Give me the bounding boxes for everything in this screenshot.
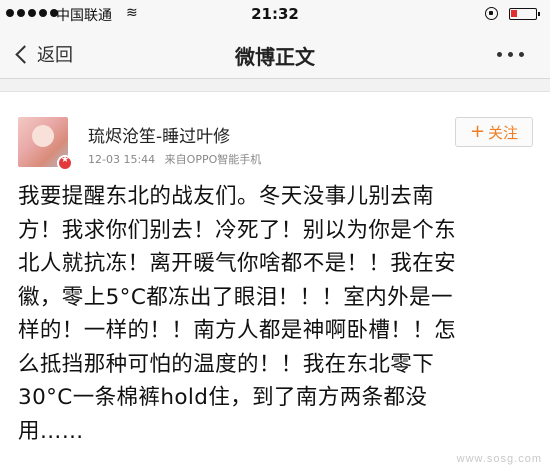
battery-icon — [509, 8, 540, 20]
username[interactable]: 琉烬沧笙-睡过叶修 — [88, 122, 230, 147]
page-title: 微博正文 — [235, 45, 315, 69]
post-text-line: 方！我求你们别去！冷死了！别以为你是个东 — [18, 217, 457, 243]
verified-badge-icon — [57, 155, 73, 171]
post-date: 12-03 15:44 — [88, 153, 156, 166]
post-text-line: 我要提醒东北的战友们。冬天没事儿别去南 — [18, 184, 435, 209]
post-card: 琉烬沧笙-睡过叶修 12-03 15:44 来自OPPO智能手机 + 关注 我要… — [0, 91, 550, 469]
post-text: 我要提醒东北的战友们。冬天没事儿别去南 方！我求你们别去！冷死了！别以为你是个东… — [18, 180, 538, 448]
status-time: 21:32 — [251, 5, 299, 23]
dot-icon — [508, 52, 513, 57]
post-text-line: 北人就抗冻！离开暖气你啥都不是！！我在安 — [18, 251, 457, 276]
post-text-line: 么抵挡那种可怕的温度的！！我在东北零下 — [18, 351, 435, 377]
post-text-line: 用…… — [18, 418, 84, 444]
rotation-lock-icon — [485, 7, 498, 20]
dot-icon — [497, 52, 502, 57]
more-options-button[interactable] — [497, 52, 524, 57]
follow-label: 关注 — [488, 123, 519, 142]
post-meta: 12-03 15:44 来自OPPO智能手机 — [88, 151, 261, 167]
post-text-line: 30°C一条棉裤hold住，到了南方两条都没 — [18, 385, 428, 410]
follow-button[interactable]: + 关注 — [455, 117, 533, 147]
plus-icon: + — [469, 121, 486, 142]
watermark: www.sosg.com — [456, 453, 542, 465]
status-bar: 中国联通 ≋ 21:32 — [0, 0, 550, 30]
post-text-line: 徽，零上5°C都冻出了眼泪！！！室内外是一 — [18, 284, 453, 310]
post-source: 来自OPPO智能手机 — [164, 153, 262, 166]
dot-icon — [519, 52, 524, 57]
navigation-bar: 返回 微博正文 — [0, 30, 550, 79]
post-text-line: 样的！一样的！！南方人都是神啊卧槽！！怎 — [18, 318, 457, 343]
